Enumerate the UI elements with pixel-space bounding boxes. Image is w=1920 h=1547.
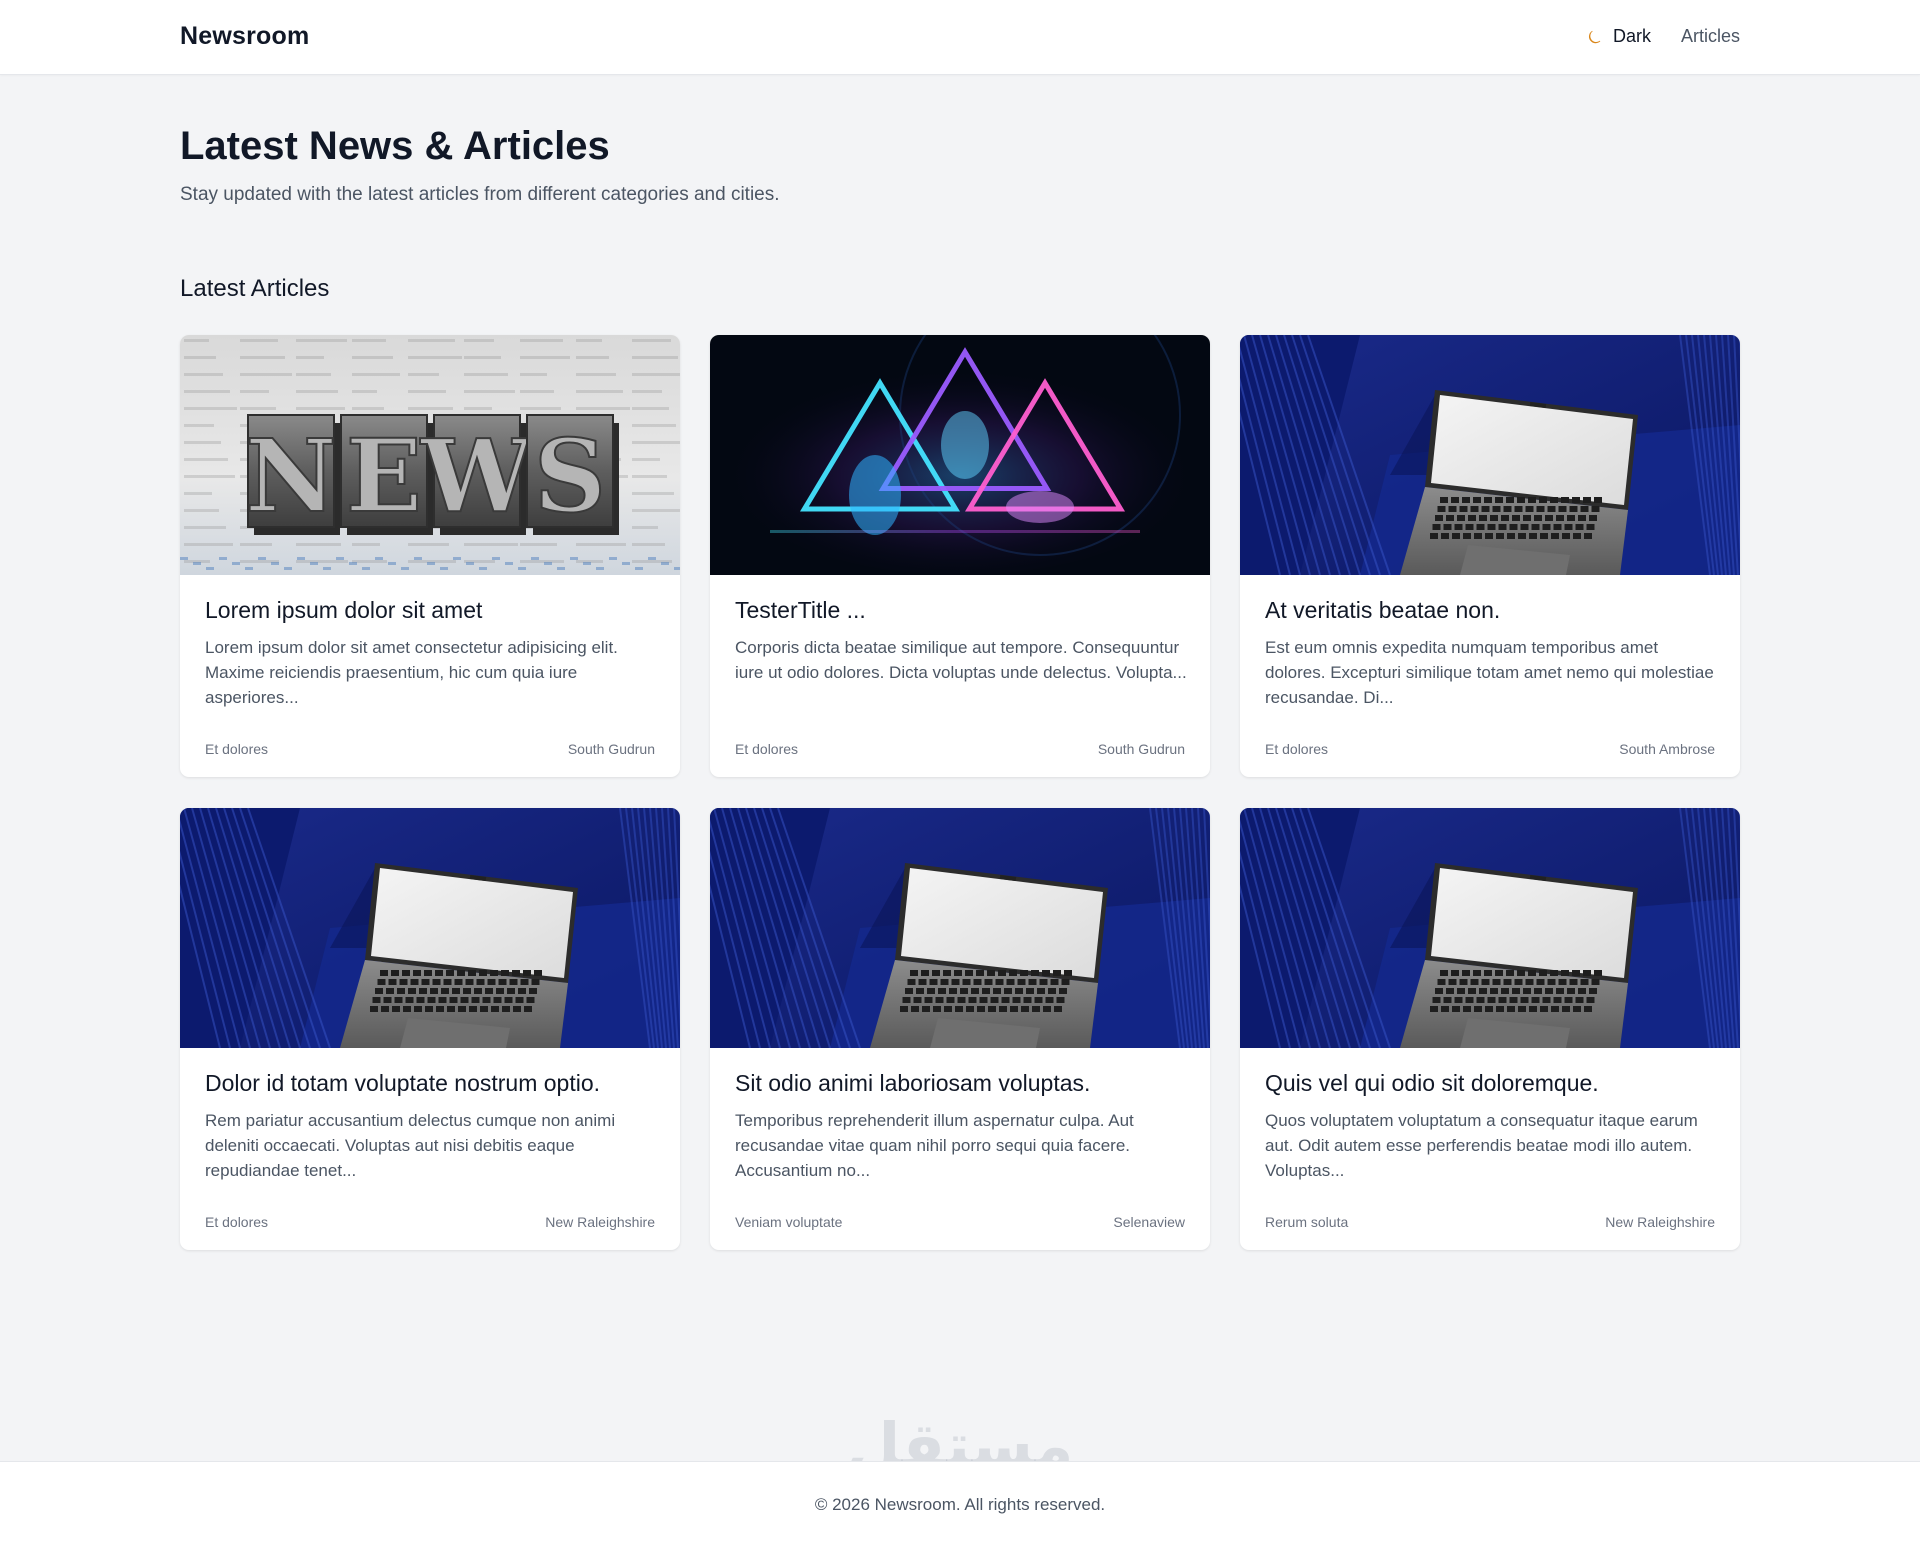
svg-text:S: S <box>534 417 606 535</box>
article-category: Veniam voluptate <box>735 1214 843 1230</box>
article-title[interactable]: Quis vel qui odio sit doloremque. <box>1265 1070 1715 1097</box>
article-city: New Raleighshire <box>545 1214 655 1230</box>
article-image[interactable] <box>1240 808 1740 1048</box>
article-title[interactable]: Dolor id totam voluptate nostrum optio. <box>205 1070 655 1097</box>
article-card[interactable]: TesterTitle ... Corporis dicta beatae si… <box>710 335 1210 777</box>
article-excerpt: Temporibus reprehenderit illum aspernatu… <box>735 1111 1134 1180</box>
article-category: Et dolores <box>735 741 799 757</box>
article-city: New Raleighshire <box>1605 1214 1715 1230</box>
article-excerpt: Rem pariatur accusantium delectus cumque… <box>205 1111 616 1180</box>
article-card[interactable]: Quis vel qui odio sit doloremque. Quos v… <box>1240 808 1740 1250</box>
brand-logo[interactable]: Newsroom <box>180 22 309 51</box>
svg-text:W: W <box>420 417 535 535</box>
article-card[interactable]: Dolor id totam voluptate nostrum optio. … <box>180 808 680 1250</box>
nav-links: Dark Articles <box>1587 26 1740 47</box>
moon-icon <box>1587 28 1605 46</box>
article-image[interactable]: N E W S <box>180 335 680 575</box>
section-title: Latest Articles <box>180 275 330 302</box>
theme-toggle-button[interactable]: Dark <box>1587 26 1651 47</box>
article-category: Rerum soluta <box>1265 1214 1349 1230</box>
article-city: South Gudrun <box>1097 741 1185 757</box>
article-card[interactable]: At veritatis beatae non. Est eum omnis e… <box>1240 335 1740 777</box>
article-image[interactable] <box>710 335 1210 575</box>
article-excerpt: Est eum omnis expedita numquam temporibu… <box>1265 638 1714 707</box>
article-title[interactable]: Lorem ipsum dolor sit amet <box>205 597 655 624</box>
page-footer: © 2026 Newsroom. All rights reserved. <box>0 1461 1920 1547</box>
svg-text:E: E <box>346 417 422 535</box>
article-city: South Ambrose <box>1619 741 1715 757</box>
footer-copyright: © 2026 Newsroom. All rights reserved. <box>814 1495 1106 1514</box>
article-city: Selenaview <box>1113 1214 1185 1230</box>
article-card[interactable]: Sit odio animi laboriosam voluptas. Temp… <box>710 808 1210 1250</box>
article-image[interactable] <box>710 808 1210 1048</box>
article-excerpt: Quos voluptatem voluptatum a consequatur… <box>1265 1111 1698 1180</box>
article-image[interactable] <box>1240 335 1740 575</box>
top-navbar: Newsroom Dark Articles <box>0 0 1920 75</box>
article-excerpt: Lorem ipsum dolor sit amet consectetur a… <box>205 638 618 707</box>
article-title[interactable]: At veritatis beatae non. <box>1265 597 1715 624</box>
article-card[interactable]: N E W S Lorem ipsum dolor sit amet Lorem… <box>180 335 680 777</box>
article-category: Et dolores <box>205 741 269 757</box>
svg-text:N: N <box>245 417 336 535</box>
article-title[interactable]: Sit odio animi laboriosam voluptas. <box>735 1070 1185 1097</box>
article-category: Et dolores <box>1265 741 1329 757</box>
page-subtitle: Stay updated with the latest articles fr… <box>180 184 780 205</box>
article-category: Et dolores <box>205 1214 269 1230</box>
article-title[interactable]: TesterTitle ... <box>735 597 1185 624</box>
article-image[interactable] <box>180 808 680 1048</box>
article-excerpt: Corporis dicta beatae similique aut temp… <box>735 638 1187 682</box>
page-title: Latest News & Articles <box>180 124 610 168</box>
theme-toggle-label: Dark <box>1612 26 1651 46</box>
article-city: South Gudrun <box>567 741 655 757</box>
nav-articles-link[interactable]: Articles <box>1681 26 1740 47</box>
